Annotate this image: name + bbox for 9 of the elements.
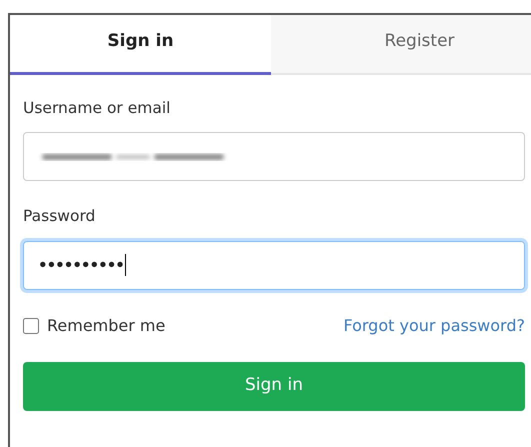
field-label: Username or email xyxy=(23,98,172,119)
sign-in-button[interactable]: Sign in xyxy=(23,362,525,410)
username-field[interactable] xyxy=(23,132,525,182)
field-label: Password xyxy=(23,206,96,228)
remember-checkbox[interactable] xyxy=(23,318,39,334)
checkbox-label: Remember me xyxy=(47,314,166,336)
forgot-password-link[interactable]: Forgot your password? xyxy=(343,314,525,338)
tab[interactable]: Register xyxy=(271,15,531,75)
password-field[interactable]: •••••••••• xyxy=(23,240,525,290)
